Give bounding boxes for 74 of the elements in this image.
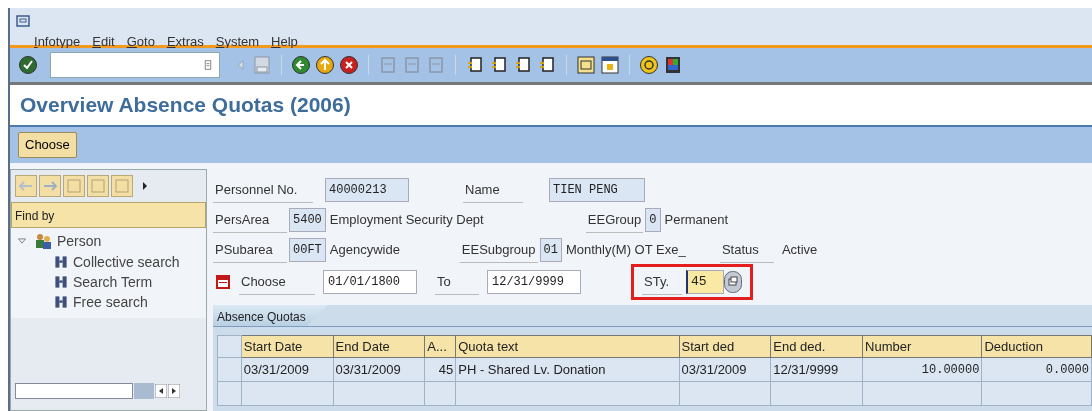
- tab[interactable]: Absence Quotas: [213, 305, 328, 326]
- command-field[interactable]: [50, 52, 220, 78]
- check-icon[interactable]: [18, 55, 38, 75]
- input-field[interactable]: 00FT: [289, 238, 326, 262]
- layout-icon[interactable]: [576, 55, 596, 75]
- menu-item[interactable]: Goto: [126, 31, 155, 51]
- menu-item[interactable]: System: [215, 31, 260, 51]
- field-text: Permanent: [664, 211, 729, 230]
- table-cell: 03/31/2009: [679, 357, 771, 382]
- tree-item[interactable]: Search Term: [73, 271, 153, 293]
- field-text: Monthly(M) OT Exe_: [565, 241, 687, 260]
- menu-item[interactable]: Infotype: [34, 31, 81, 51]
- field-text: Active: [781, 241, 818, 260]
- back-icon[interactable]: [291, 55, 311, 75]
- column-header[interactable]: Deduction: [981, 335, 1092, 358]
- table-cell: 03/31/2009: [241, 357, 334, 382]
- column-header[interactable]: Start Date: [241, 335, 334, 358]
- input-field[interactable]: 40000213: [325, 178, 409, 202]
- scrollbar-thumb[interactable]: [134, 383, 154, 399]
- help-icon[interactable]: [639, 55, 659, 75]
- table-cell: 12/31/9999: [770, 357, 863, 382]
- field-label: PersArea: [213, 206, 287, 234]
- last-page-icon[interactable]: [537, 55, 557, 75]
- next-page-icon[interactable]: [513, 55, 533, 75]
- field-label: PSubarea: [213, 236, 287, 264]
- monitor-icon[interactable]: [663, 55, 683, 75]
- people-icon[interactable]: [33, 231, 53, 251]
- input-field[interactable]: 01/01/1800: [323, 270, 417, 294]
- previous-page-icon[interactable]: [489, 55, 509, 75]
- choose-button[interactable]: Choose: [18, 132, 77, 158]
- table-cell: 03/31/2009: [333, 357, 425, 382]
- field-label: Personnel No.: [213, 176, 313, 204]
- field-label: Status: [719, 236, 774, 264]
- first-page-icon[interactable]: [465, 55, 485, 75]
- column-header[interactable]: Quota text: [455, 335, 679, 358]
- calendar-icon[interactable]: [215, 274, 231, 290]
- field-text: Agencywide: [329, 241, 401, 260]
- column-header[interactable]: End ded.: [770, 335, 863, 358]
- field-label: To: [435, 268, 479, 296]
- value-help-icon[interactable]: [724, 271, 742, 293]
- input-field[interactable]: 12/31/9999: [487, 270, 581, 294]
- cancel-icon[interactable]: [339, 55, 359, 75]
- field-label: STy.: [642, 268, 682, 296]
- field-label: Choose: [239, 268, 315, 296]
- window-icon[interactable]: [600, 55, 620, 75]
- menu-item[interactable]: Help: [271, 31, 298, 51]
- field-label: Name: [463, 176, 523, 204]
- column-header[interactable]: A...: [424, 335, 456, 358]
- find-by-header: Find by: [11, 202, 206, 228]
- field-text: Employment Security Dept: [329, 211, 485, 230]
- field-label: EEGroup: [585, 206, 644, 234]
- tree-item[interactable]: Person: [57, 230, 102, 252]
- input-field[interactable]: 01: [539, 238, 562, 262]
- scroll-right-icon[interactable]: [168, 384, 180, 398]
- column-header[interactable]: End Date: [333, 335, 425, 358]
- input-field[interactable]: 0: [645, 208, 661, 232]
- input-field[interactable]: TIEN PENG: [549, 178, 645, 202]
- select-all-cell[interactable]: [217, 335, 242, 358]
- column-header[interactable]: Start ded: [679, 335, 771, 358]
- window-menu-icon[interactable]: [16, 14, 30, 27]
- column-header[interactable]: Number: [862, 335, 982, 358]
- menu-item[interactable]: Extras: [166, 31, 204, 51]
- menu-item[interactable]: Edit: [92, 31, 115, 51]
- table-cell: PH - Shared Lv. Donation: [455, 357, 679, 382]
- table-cell: 10.00000: [862, 357, 982, 382]
- screen-title: Overview Absence Quotas (2006): [20, 92, 351, 119]
- table-cell: 0.0000: [981, 357, 1092, 382]
- scroll-left-icon[interactable]: [155, 384, 167, 398]
- tree-item[interactable]: Collective search: [73, 251, 180, 273]
- up-icon[interactable]: [315, 55, 335, 75]
- input-field[interactable]: 45: [686, 270, 724, 294]
- input-field[interactable]: 5400: [289, 208, 326, 232]
- tree-item[interactable]: Free search: [73, 291, 148, 313]
- field-label: EESubgroup: [459, 236, 538, 264]
